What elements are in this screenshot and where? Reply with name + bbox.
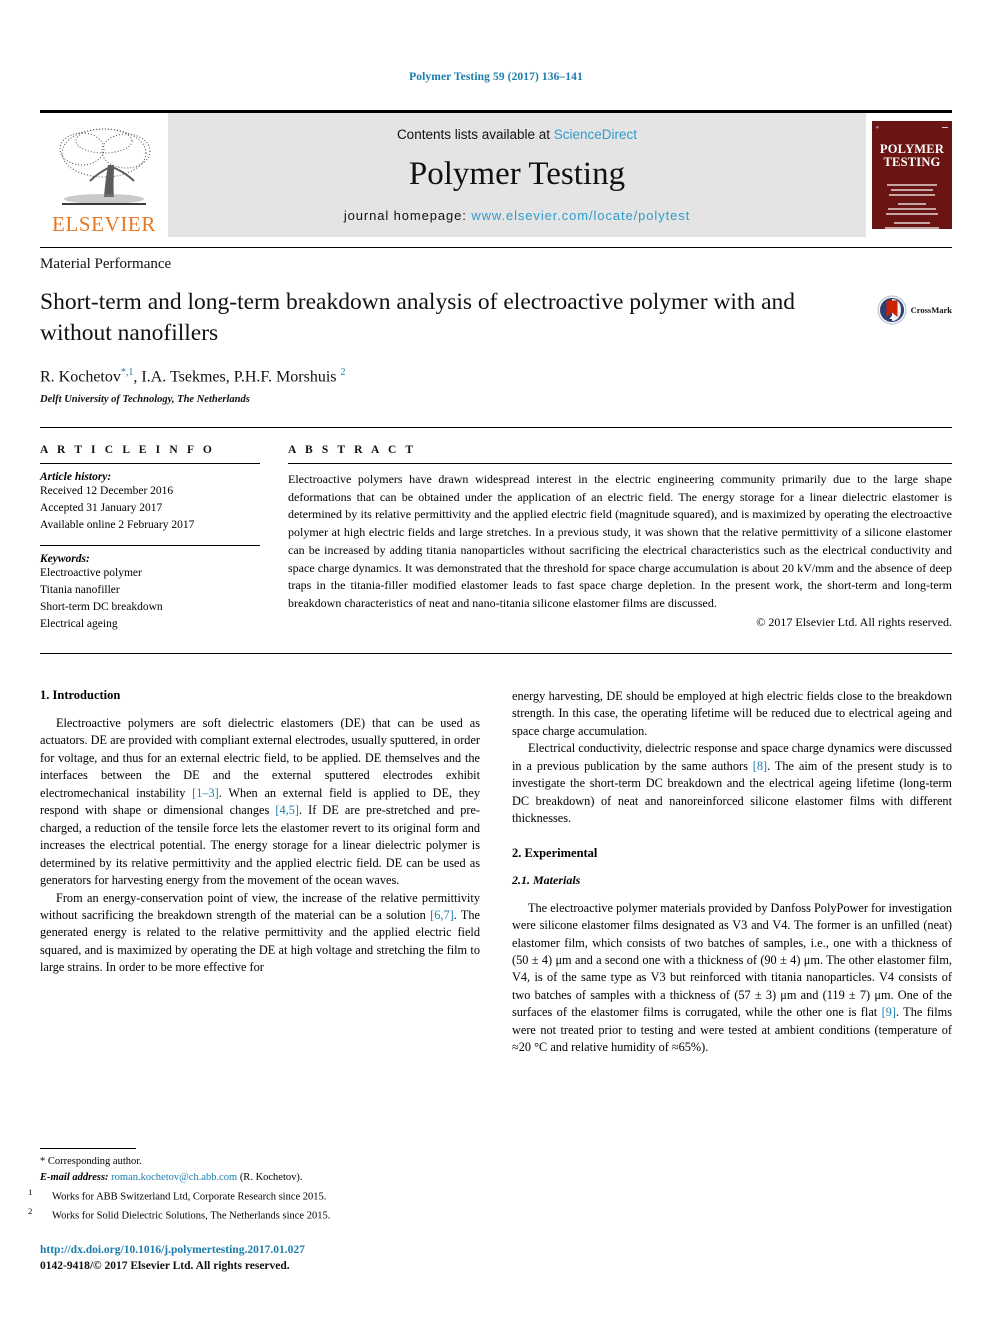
subsection-heading-materials: 2.1. Materials (512, 872, 581, 887)
email-address-suffix: (R. Kochetov). (237, 1171, 303, 1183)
article-info-rule (40, 462, 260, 464)
article-history-online: Available online 2 February 2017 (40, 518, 195, 531)
section-heading-introduction: 1. Introduction (40, 687, 121, 702)
doi-link[interactable]: http://dx.doi.org/10.1016/j.polymertesti… (40, 1242, 470, 1258)
intro-paragraph-1: Electroactive polymers are soft dielectr… (40, 715, 480, 890)
page-title: Short-term and long-term breakdown analy… (40, 288, 796, 346)
issn-copyright: 0142-9418/© 2017 Elsevier Ltd. All right… (40, 1260, 290, 1273)
author-list: R. Kochetov*,1, I.A. Tsekmes, P.H.F. Mor… (40, 367, 859, 386)
elsevier-wordmark: ELSEVIER (52, 211, 156, 236)
body-column-left: 1. Introduction Electroactive polymers a… (40, 688, 480, 1057)
keywords-block: Keywords: Electroactive polymer Titania … (40, 553, 260, 633)
cover-top-row: ▤ ▬▬ (876, 124, 948, 129)
journal-cover-image: ▤ ▬▬ POLYMER TESTING (872, 120, 952, 229)
email-address-link[interactable]: roman.kochetov@ch.abb.com (111, 1172, 237, 1183)
running-head: Polymer Testing 59 (2017) 136–141 (409, 71, 583, 83)
crossmark-icon (877, 295, 907, 324)
footnote-1: 1 Works for ABB Switzerland Ltd, Corporat… (28, 1186, 470, 1205)
author-2-name: I.A. Tsekmes (141, 367, 226, 385)
masthead-center-panel: Contents lists available at ScienceDirec… (168, 112, 866, 237)
footnote-2-text: Works for Solid Dielectric Solutions, Th… (52, 1210, 331, 1222)
title-block: Short-term and long-term breakdown analy… (40, 287, 952, 405)
article-info-heading: A R T I C L E I N F O (40, 443, 215, 456)
journal-homepage-link[interactable]: www.elsevier.com/locate/polytest (471, 208, 690, 223)
materials-part-a: The electroactive polymer materials prov… (512, 900, 952, 1020)
info-top-rule (40, 426, 952, 428)
topic-rule (40, 246, 952, 248)
sciencedirect-link[interactable]: ScienceDirect (554, 127, 637, 142)
info-bottom-rule (40, 652, 952, 654)
citation-ref-9[interactable]: [9] (882, 1005, 896, 1019)
crossmark-badge[interactable]: CrossMark (877, 295, 952, 325)
article-history-accepted: Accepted 31 January 2017 (40, 501, 163, 514)
cover-issn-mark: ▬▬ (942, 124, 948, 129)
footnote-corresponding-author: * Corresponding author. (40, 1156, 142, 1168)
citation-ref-8[interactable]: [8] (753, 759, 767, 773)
elsevier-tree-icon (59, 128, 151, 205)
keyword-item: Electroactive polymer (40, 566, 142, 579)
keywords-label: Keywords: (40, 552, 90, 565)
homepage-prefix: journal homepage: (343, 207, 472, 223)
email-address-label: E-mail address: (40, 1171, 112, 1183)
journal-cover-wrap: ▤ ▬▬ POLYMER TESTING (866, 113, 952, 237)
cover-title-line2: TESTING (883, 154, 941, 169)
contents-prefix: Contents lists available at (396, 126, 554, 142)
footnote-2: 2 Works for Solid Dielectric Solutions, T… (28, 1205, 470, 1224)
keywords-rule (40, 544, 260, 546)
article-history-received: Received 12 December 2016 (40, 484, 174, 497)
doi-block: http://dx.doi.org/10.1016/j.polymertesti… (40, 1242, 470, 1275)
crossmark-label: CrossMark (910, 304, 952, 315)
footnote-email: E-mail address: roman.kochetov@ch.abb.co… (40, 1170, 470, 1186)
footnote-2-marker: 2 (28, 1205, 33, 1216)
keyword-item: Titania nanofiller (40, 583, 120, 596)
cover-title-line1: POLYMER (879, 141, 945, 156)
affiliation: Delft University of Technology, The Neth… (40, 393, 250, 405)
title-column: Short-term and long-term breakdown analy… (40, 287, 877, 405)
body-columns: 1. Introduction Electroactive polymers a… (40, 688, 952, 1057)
abstract-copyright: © 2017 Elsevier Ltd. All rights reserved… (756, 614, 952, 629)
citation-ref-1-3[interactable]: [1–3] (192, 786, 219, 800)
intro-paragraph-4: Electrical conductivity, dielectric resp… (512, 740, 952, 827)
section-heading-experimental: 2. Experimental (512, 845, 598, 860)
topic-label: Material Performance (40, 255, 172, 272)
article-info-column: A R T I C L E I N F O Article history: R… (40, 444, 288, 633)
paper-page: Polymer Testing 59 (2017) 136–141 ELSEVI… (0, 0, 992, 1323)
footnote-rule (40, 1148, 136, 1150)
author-1-name: R. Kochetov (40, 367, 121, 385)
keyword-item: Short-term DC breakdown (40, 600, 163, 613)
citation-ref-6-7[interactable]: [6,7] (430, 908, 454, 922)
journal-homepage-line: journal homepage: www.elsevier.com/locat… (344, 208, 690, 223)
keyword-item: Electrical ageing (40, 617, 118, 630)
cover-publisher-mark: ▤ (876, 124, 879, 129)
footnotes-block: * Corresponding author. E-mail address: … (28, 1148, 470, 1275)
author-sep-2: , (225, 367, 234, 385)
journal-title: Polymer Testing (408, 156, 626, 192)
author-1-sup[interactable]: *,1 (121, 367, 134, 378)
cover-text-lines (876, 184, 948, 229)
cover-title: POLYMER TESTING (876, 143, 948, 169)
author-3-name: P.H.F. Morshuis (233, 367, 337, 385)
intro-paragraph-2: From an energy-conservation point of vie… (40, 890, 480, 977)
contents-available-line: Contents lists available at ScienceDirec… (397, 127, 637, 142)
footnote-1-marker: 1 (28, 1186, 33, 1197)
body-column-right: energy harvesting, DE should be employed… (512, 688, 952, 1057)
abstract-text: Electroactive polymers have drawn widesp… (288, 471, 952, 611)
intro-paragraph-3: energy harvesting, DE should be employed… (512, 688, 952, 738)
abstract-rule (288, 462, 952, 464)
journal-masthead: ELSEVIER Contents lists available at Sci… (40, 112, 952, 237)
abstract-column: A B S T R A C T Electroactive polymers h… (288, 444, 952, 633)
info-abstract-row: A R T I C L E I N F O Article history: R… (40, 444, 952, 633)
article-history-label: Article history: (40, 470, 112, 483)
footnote-1-text: Works for ABB Switzerland Ltd, Corporate… (52, 1191, 327, 1203)
intro-p2-part-a: From an energy-conservation point of vie… (40, 890, 480, 922)
elsevier-logo: ELSEVIER (40, 113, 168, 237)
abstract-heading: A B S T R A C T (288, 443, 417, 456)
author-3-sup[interactable]: 2 (340, 367, 345, 378)
materials-paragraph: The electroactive polymer materials prov… (512, 900, 952, 1057)
citation-ref-4-5[interactable]: [4,5] (275, 803, 299, 817)
